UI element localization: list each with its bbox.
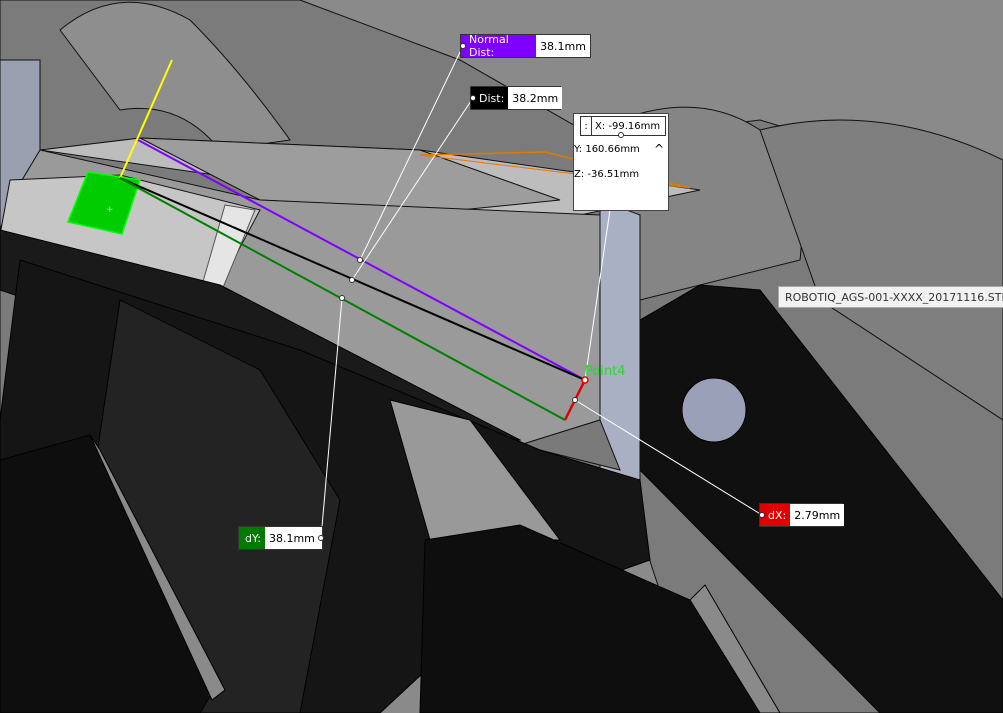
coord-anchor[interactable] [618, 132, 624, 138]
graphics-viewport[interactable]: + Normal Dist: 38.1mm Dist: 38.2mm dY: 3… [0, 0, 1003, 713]
component-tooltip: ROBOTIQ_AGS-001-XXXX_20171116.STEP c [778, 286, 1003, 308]
collapse-caret-icon[interactable]: ^ [654, 142, 664, 156]
normal-dist-value: 38.1mm [536, 35, 590, 57]
z-coordinate: Z: -36.51mm [574, 169, 640, 180]
dx-callout[interactable]: dX: 2.79mm [759, 503, 845, 527]
dist-value: 38.2mm [508, 87, 563, 109]
y-coordinate: Y: 160.66mm [574, 144, 640, 155]
dist-callout[interactable]: Dist: 38.2mm [470, 86, 563, 110]
dist-label: Dist: [471, 87, 509, 109]
pin-icon[interactable]: : [581, 117, 592, 135]
point-label: Point4 [585, 364, 626, 379]
dist-anchor[interactable] [470, 95, 476, 101]
x-coordinate: X: -99.16mm [595, 120, 661, 132]
point-coordinates-box[interactable]: : X: -99.16mm Y: 160.66mm Z: -36.51mm ^ [573, 113, 669, 211]
svg-text:+: + [106, 205, 114, 215]
dy-anchor[interactable] [318, 535, 324, 541]
normal-dist-label: Normal Dist: [461, 33, 537, 59]
dx-value: 2.79mm [790, 504, 845, 526]
normal-dist-anchor[interactable] [460, 43, 466, 49]
normal-dist-callout[interactable]: Normal Dist: 38.1mm [460, 33, 591, 59]
dy-value: 38.1mm [264, 527, 319, 549]
dx-anchor[interactable] [759, 512, 765, 518]
dy-callout[interactable]: dY: 38.1mm [238, 526, 323, 550]
dy-label: dY: [239, 527, 265, 549]
